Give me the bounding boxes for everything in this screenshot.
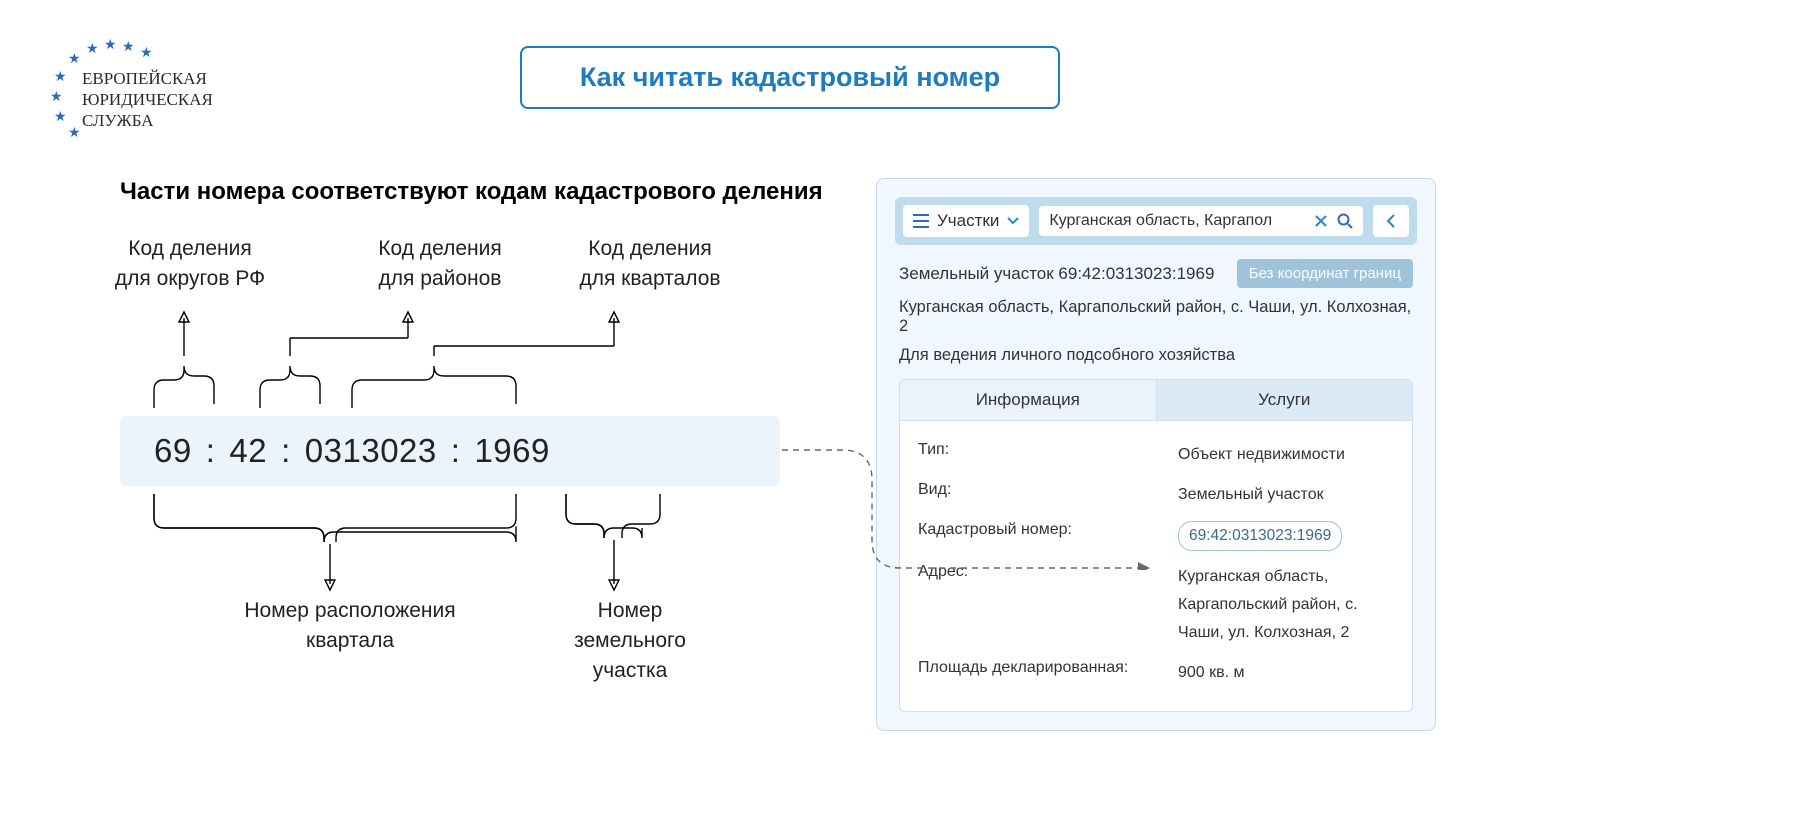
label-districts: Код деления для округов РФ	[90, 234, 290, 294]
search-icon[interactable]	[1337, 213, 1353, 229]
prev-button[interactable]	[1373, 205, 1409, 237]
label-quarters-l2: для кварталов	[560, 264, 740, 294]
tab-services[interactable]: Услуги	[1157, 380, 1413, 420]
label-districts-l2: для округов РФ	[90, 264, 290, 294]
logo-text: ЕВРОПЕЙСКАЯ ЮРИДИЧЕСКАЯ СЛУЖБА	[82, 68, 213, 131]
label-regions-l1: Код деления	[350, 234, 530, 264]
label-districts-l1: Код деления	[90, 234, 290, 264]
seg-1: 69	[154, 432, 192, 470]
label-parcel-l1: Номер	[550, 596, 710, 626]
seg-2: 42	[229, 432, 267, 470]
object-purpose: Для ведения личного подсобного хозяйства	[899, 346, 1413, 365]
info-cad-label: Кадастровый номер:	[918, 521, 1178, 551]
search-bar: Участки Курганская область, Каргапол	[895, 197, 1417, 245]
label-qp-l1: Номер расположения	[220, 596, 480, 626]
label-quarter-position: Номер расположения квартала	[220, 596, 480, 656]
menu-icon	[913, 214, 929, 228]
label-regions: Код деления для районов	[350, 234, 530, 294]
colon-1: :	[206, 432, 216, 470]
info-type-value: Объект недвижимости	[1178, 441, 1394, 469]
chevron-down-icon	[1007, 217, 1019, 225]
result-card: Участки Курганская область, Каргапол Зем…	[876, 178, 1436, 731]
object-address: Курганская область, Каргапольский район,…	[899, 298, 1413, 336]
status-badge: Без координат границ	[1237, 259, 1413, 288]
label-regions-l2: для районов	[350, 264, 530, 294]
label-quarters-l1: Код деления	[560, 234, 740, 264]
search-query-text: Курганская область, Каргапол	[1049, 212, 1272, 230]
close-icon[interactable]	[1315, 215, 1327, 227]
info-type-label: Тип:	[918, 441, 1178, 469]
page-title: Как читать кадастровый номер	[520, 46, 1060, 109]
tabs: Информация Услуги	[899, 379, 1413, 421]
tab-info[interactable]: Информация	[900, 380, 1157, 420]
colon-2: :	[281, 432, 291, 470]
label-parcel: Номер земельного участка	[550, 596, 710, 686]
category-label: Участки	[937, 211, 999, 231]
label-quarters: Код деления для кварталов	[560, 234, 740, 294]
logo-line3: СЛУЖБА	[82, 110, 213, 131]
logo-line2: ЮРИДИЧЕСКАЯ	[82, 89, 213, 110]
info-area-label: Площадь декларированная:	[918, 659, 1178, 687]
seg-3: 0313023	[305, 432, 437, 470]
diagram-heading: Части номера соответствуют кодам кадастр…	[120, 178, 880, 206]
info-kind-label: Вид:	[918, 481, 1178, 509]
diagram-area: Части номера соответствуют кодам кадастр…	[120, 178, 880, 206]
seg-4: 1969	[474, 432, 549, 470]
label-parcel-l2: земельного	[550, 626, 710, 656]
search-input[interactable]: Курганская область, Каргапол	[1039, 206, 1363, 236]
colon-3: :	[451, 432, 461, 470]
number-strip: 69 : 42 : 0313023 : 1969	[120, 416, 780, 486]
info-cad-value[interactable]: 69:42:0313023:1969	[1178, 521, 1342, 551]
info-area-value: 900 кв. м	[1178, 659, 1394, 687]
object-title: Земельный участок 69:42:0313023:1969	[899, 264, 1214, 284]
label-qp-l2: квартала	[220, 626, 480, 656]
info-addr-label: Адрес:	[918, 563, 1178, 647]
label-parcel-l3: участка	[550, 656, 710, 686]
info-panel: Тип: Объект недвижимости Вид: Земельный …	[899, 421, 1413, 712]
logo-line1: ЕВРОПЕЙСКАЯ	[82, 68, 213, 89]
info-addr-value: Курганская область, Каргапольский район,…	[1178, 563, 1394, 647]
category-selector[interactable]: Участки	[903, 205, 1029, 237]
info-kind-value: Земельный участок	[1178, 481, 1394, 509]
